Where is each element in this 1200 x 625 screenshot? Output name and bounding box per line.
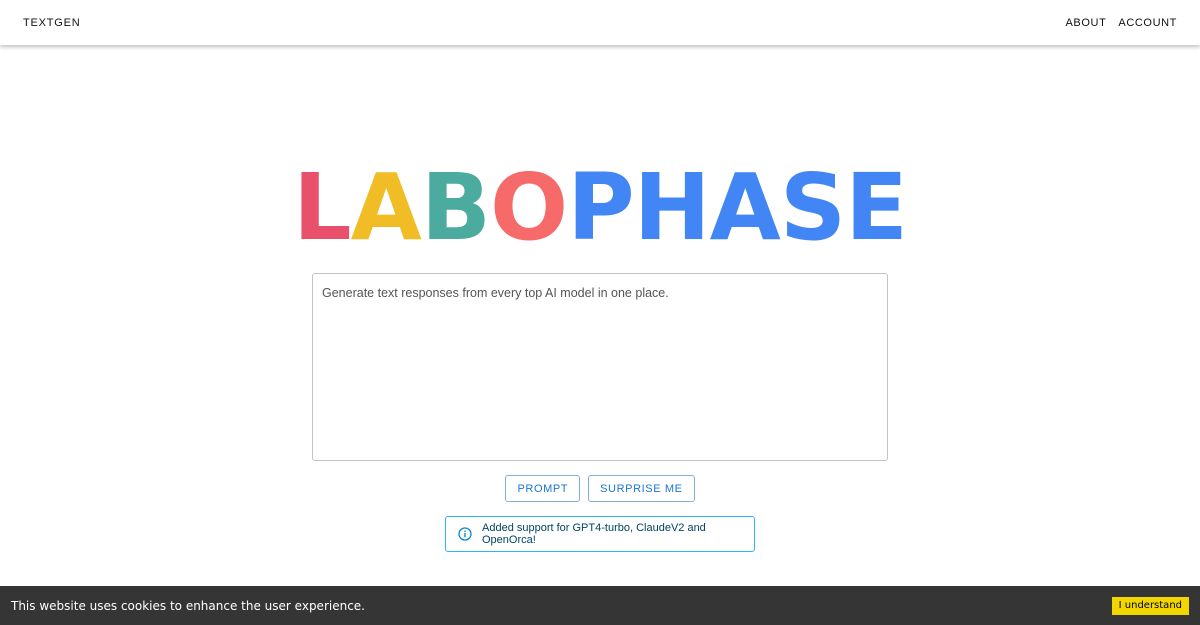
labophase-logo: L A B O P H A S E: [293, 154, 908, 261]
top-app-bar: TEXTGEN ABOUT ACCOUNT: [0, 0, 1200, 45]
logo-letter: P: [567, 154, 634, 261]
logo-letter: E: [845, 154, 908, 261]
cookie-accept-button[interactable]: I understand: [1111, 596, 1189, 615]
logo-letter: H: [633, 154, 711, 261]
info-icon: [458, 527, 472, 541]
logo-letter: L: [293, 154, 352, 261]
nav-account-link[interactable]: ACCOUNT: [1118, 17, 1177, 29]
info-alert-text: Added support for GPT4-turbo, ClaudeV2 a…: [482, 522, 706, 546]
logo-letter: O: [489, 154, 568, 261]
brand-link[interactable]: TEXTGEN: [23, 17, 81, 29]
prompt-textarea[interactable]: [312, 273, 888, 461]
logo-letter: A: [709, 154, 781, 261]
logo-letter: B: [420, 154, 491, 261]
info-alert: Added support for GPT4-turbo, ClaudeV2 a…: [445, 516, 755, 552]
action-buttons: PROMPT SURPRISE ME: [0, 475, 1200, 502]
cookie-banner: This website uses cookies to enhance the…: [0, 586, 1200, 625]
logo-letter: S: [779, 154, 846, 261]
top-nav: ABOUT ACCOUNT: [1066, 17, 1178, 29]
prompt-button[interactable]: PROMPT: [505, 475, 581, 502]
nav-about-link[interactable]: ABOUT: [1066, 17, 1107, 29]
logo-letter: A: [350, 154, 422, 261]
cookie-message: This website uses cookies to enhance the…: [11, 598, 365, 613]
surprise-me-button[interactable]: SURPRISE ME: [588, 475, 695, 502]
